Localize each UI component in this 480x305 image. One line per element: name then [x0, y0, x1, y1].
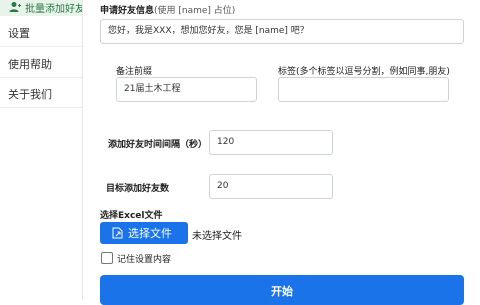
sidebar-item-about[interactable]: 关于我们	[0, 77, 82, 108]
start-button-label: 开始	[271, 285, 293, 298]
sidebar-item-label: 关于我们	[8, 88, 52, 101]
sidebar-active-item-batch-add[interactable]: 批量添加好友	[0, 0, 82, 16]
main-panel: 申请好友信息(使用 [name] 占位) 您好，我是XXX，想加您好友，您是 […	[82, 0, 480, 305]
no-file-selected-text: 未选择文件	[192, 231, 242, 242]
choose-file-label: 选择文件	[128, 227, 172, 240]
greeting-hint: (使用 [name] 占位)	[154, 6, 236, 16]
sidebar-item-label: 使用帮助	[8, 58, 52, 71]
file-upload-icon	[112, 227, 123, 239]
excel-file-label: 选择Excel文件	[100, 211, 163, 221]
sidebar-item-settings[interactable]: 设置	[0, 16, 82, 47]
interval-input[interactable]: 120	[209, 130, 333, 155]
remember-settings-label: 记住设置内容	[117, 255, 172, 265]
remember-settings-checkbox[interactable]	[101, 252, 113, 264]
tags-label: 标签(多个标签以逗号分割，例如同事,朋友)	[278, 67, 450, 77]
start-button[interactable]: 开始	[100, 275, 464, 305]
greeting-input[interactable]: 您好，我是XXX，想加您好友，您是 [name] 吧？	[100, 19, 464, 44]
greeting-label-text: 申请好友信息	[100, 6, 155, 16]
target-count-input[interactable]: 20	[209, 174, 333, 199]
add-user-icon	[9, 2, 21, 12]
remark-prefix-label: 备注前缀	[116, 67, 153, 77]
sidebar: 批量添加好友 设置 使用帮助 关于我们	[0, 0, 83, 300]
tags-input[interactable]	[278, 77, 449, 102]
sidebar-item-label: 设置	[8, 27, 30, 40]
target-count-label: 目标添加好友数	[106, 184, 170, 194]
choose-file-button[interactable]: 选择文件	[100, 222, 188, 244]
sidebar-item-help[interactable]: 使用帮助	[0, 47, 82, 78]
sidebar-header-label: 批量添加好友	[25, 4, 82, 15]
greeting-label: 申请好友信息(使用 [name] 占位)	[100, 3, 235, 16]
interval-label: 添加好友时间间隔（秒）	[108, 140, 208, 150]
remark-prefix-input[interactable]: 21届土木工程	[116, 77, 257, 102]
